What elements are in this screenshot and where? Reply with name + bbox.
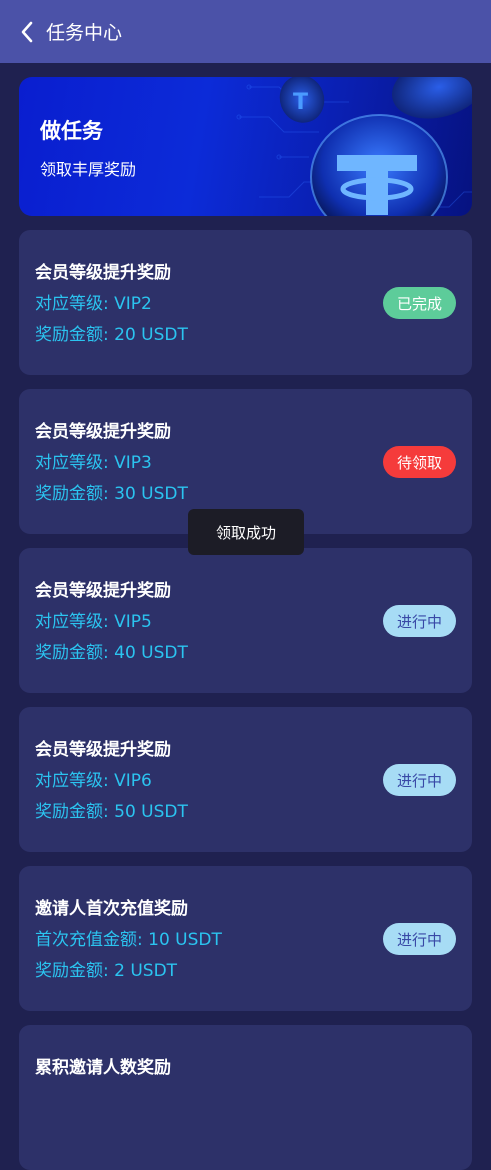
task-list-container: T 做任务 领取丰厚奖励 会员等级提升奖励 对应等级: VIP2 奖励金额: 2… — [19, 77, 472, 1170]
task-reward: 奖励金额: 30 USDT — [35, 484, 188, 504]
task-title: 会员等级提升奖励 — [35, 422, 171, 442]
claim-reward-button[interactable]: 待领取 — [383, 446, 456, 478]
task-banner: T 做任务 领取丰厚奖励 — [19, 77, 472, 216]
task-card: 会员等级提升奖励 对应等级: VIP5 奖励金额: 40 USDT 进行中 — [19, 548, 472, 693]
task-card: 累积邀请人数奖励 — [19, 1025, 472, 1170]
status-badge-completed: 已完成 — [383, 287, 456, 319]
task-card: 会员等级提升奖励 对应等级: VIP6 奖励金额: 50 USDT 进行中 — [19, 707, 472, 852]
chevron-left-icon — [21, 21, 33, 42]
toast-message: 领取成功 — [188, 509, 304, 555]
banner-subtitle: 领取丰厚奖励 — [40, 160, 137, 179]
task-title: 累积邀请人数奖励 — [35, 1058, 171, 1078]
task-title: 会员等级提升奖励 — [35, 263, 171, 283]
task-card: 会员等级提升奖励 对应等级: VIP2 奖励金额: 20 USDT 已完成 — [19, 230, 472, 375]
task-reward: 奖励金额: 50 USDT — [35, 802, 188, 822]
task-reward: 奖励金额: 2 USDT — [35, 961, 178, 981]
task-card: 邀请人首次充值奖励 首次充值金额: 10 USDT 奖励金额: 2 USDT 进… — [19, 866, 472, 1011]
top-bar: 任务中心 — [0, 0, 491, 63]
status-badge-in-progress: 进行中 — [383, 764, 456, 796]
svg-text:T: T — [293, 90, 308, 115]
banner-title: 做任务 — [40, 119, 103, 143]
task-title: 邀请人首次充值奖励 — [35, 899, 188, 919]
task-reward: 奖励金额: 20 USDT — [35, 325, 188, 345]
tether-coin-icon: T — [236, 77, 472, 216]
status-badge-in-progress: 进行中 — [383, 605, 456, 637]
task-reward: 奖励金额: 40 USDT — [35, 643, 188, 663]
page-title: 任务中心 — [46, 22, 123, 44]
task-title: 会员等级提升奖励 — [35, 740, 171, 760]
status-badge-in-progress: 进行中 — [383, 923, 456, 955]
task-title: 会员等级提升奖励 — [35, 581, 171, 601]
back-button[interactable] — [20, 20, 40, 44]
